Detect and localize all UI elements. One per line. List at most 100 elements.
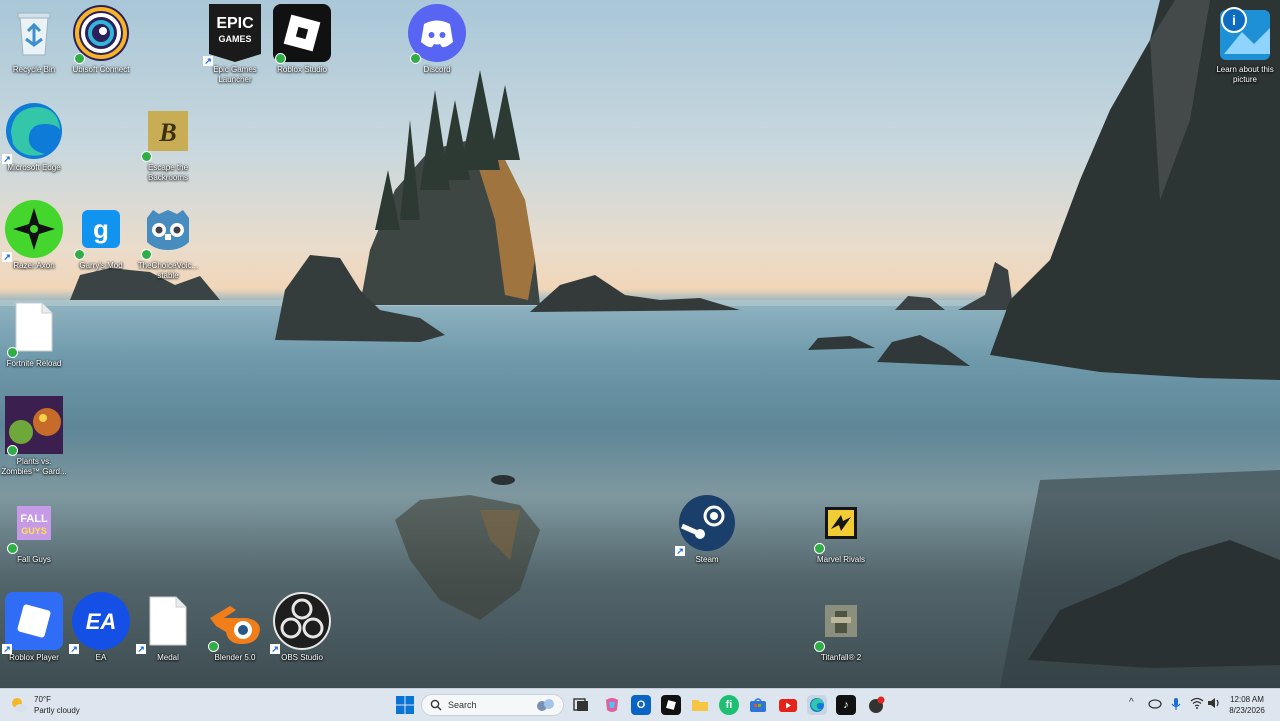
taskbar-copilot[interactable] — [602, 695, 622, 715]
svg-text:GUYS: GUYS — [21, 526, 47, 536]
desktop-icon-epic-games-launcher[interactable]: EPIC GAMES ↗ Epic Games Launcher — [201, 4, 269, 85]
shortcut-arrow-icon: ↗ — [2, 644, 12, 654]
svg-text:g: g — [93, 214, 109, 244]
taskbar-fiverr[interactable]: fi — [719, 695, 739, 715]
icon-label: Roblox Studio — [277, 65, 327, 74]
desktop-icon-marvel-rivals[interactable]: Marvel Rivals — [807, 494, 875, 565]
razer-axon-icon: ↗ — [2, 200, 63, 262]
svg-text:FALL: FALL — [20, 513, 48, 525]
desktop-icon-titanfall-2[interactable]: Titanfall® 2 — [807, 592, 875, 663]
cloud-sync-icon — [1148, 699, 1162, 709]
icon-label: Ubisoft Connect — [72, 65, 130, 74]
desktop-icon-thechoicevoice[interactable]: TheChoiceVoic... stable — [134, 200, 202, 281]
partly-cloudy-icon — [12, 698, 27, 712]
desktop-icon-blender[interactable]: Blender 5.0 — [201, 592, 269, 663]
document-file-icon — [5, 298, 63, 358]
taskbar-roblox[interactable] — [661, 695, 681, 715]
taskbar-outlook[interactable]: O — [631, 695, 651, 715]
sync-status-icon — [74, 53, 85, 64]
fiverr-icon: fi — [725, 699, 733, 711]
desktop-icon-ea[interactable]: EA ↗ EA — [67, 592, 135, 663]
icon-label: Epic Games Launcher — [213, 65, 257, 84]
taskbar-store[interactable] — [748, 695, 768, 715]
desktop-icon-microsoft-edge[interactable]: ↗ Microsoft Edge — [0, 102, 68, 173]
desktop-icon-garrys-mod[interactable]: g Garry's Mod — [67, 200, 135, 271]
search-icon — [430, 699, 442, 711]
sync-status-icon — [7, 445, 18, 456]
clock-time: 12:08 AM — [1230, 695, 1264, 704]
task-view-button[interactable] — [571, 695, 591, 715]
icon-label: Microsoft Edge — [7, 163, 61, 172]
desktop-icon-learn-about-picture[interactable]: i Learn about this picture — [1211, 4, 1279, 85]
sync-status-icon — [814, 641, 825, 652]
windows-logo-icon — [396, 696, 414, 714]
ubisoft-icon — [72, 4, 130, 64]
taskbar: 70°F Partly cloudy Search O fi ♪ ^ 12:08… — [0, 688, 1280, 721]
show-hidden-icons-chevron[interactable]: ^ — [1129, 697, 1134, 708]
tray-volume[interactable] — [1207, 697, 1221, 712]
desktop-icon-fall-guys[interactable]: FALL GUYS Fall Guys — [0, 494, 68, 565]
taskbar-clock[interactable]: 12:08 AM 8/23/2026 — [1222, 694, 1272, 716]
icon-label: Discord — [423, 65, 451, 74]
copilot-icon — [606, 698, 618, 712]
tray-microphone[interactable] — [1171, 697, 1181, 714]
fall-guys-icon: FALL GUYS — [5, 494, 63, 554]
taskbar-youtube[interactable] — [778, 695, 798, 715]
taskbar-edge[interactable] — [807, 695, 827, 715]
tray-wifi[interactable] — [1190, 697, 1204, 712]
sync-status-icon — [410, 53, 421, 64]
desktop-icon-escape-the-backrooms[interactable]: B Escape the Backrooms — [134, 102, 202, 183]
titanfall-icon — [812, 592, 870, 652]
desktop-icon-discord[interactable]: Discord — [403, 4, 471, 75]
steam-icon: ↗ — [675, 494, 736, 556]
document-file-icon: ↗ — [136, 592, 197, 654]
weather-widget[interactable]: 70°F Partly cloudy — [10, 693, 80, 717]
sync-status-icon — [275, 53, 286, 64]
start-button[interactable] — [395, 695, 415, 715]
svg-text:B: B — [158, 118, 176, 147]
icon-label: Blender 5.0 — [214, 653, 256, 662]
icon-label: Garry's Mod — [79, 261, 123, 270]
marvel-rivals-icon — [812, 494, 870, 554]
icon-label: OBS Studio — [281, 653, 323, 662]
edge-icon — [810, 698, 824, 712]
ea-icon: EA ↗ — [69, 592, 130, 654]
shortcut-arrow-icon: ↗ — [675, 546, 685, 556]
clock-date: 8/23/2026 — [1229, 706, 1265, 715]
shortcut-arrow-icon: ↗ — [69, 644, 79, 654]
desktop-icon-obs-studio[interactable]: ↗ OBS Studio — [268, 592, 336, 663]
shortcut-arrow-icon: ↗ — [136, 644, 146, 654]
tray-cloud[interactable] — [1148, 697, 1162, 712]
icon-label: Escape the Backrooms — [147, 163, 189, 182]
icon-label: Recycle Bin — [12, 65, 56, 74]
desktop-icon-plants-vs-zombies[interactable]: Plants vs. Zombies™ Gard... — [0, 396, 68, 477]
folder-icon — [692, 700, 708, 711]
icon-label: EA — [95, 653, 107, 662]
desktop-icon-roblox-player[interactable]: ↗ Roblox Player — [0, 592, 68, 663]
desktop-icon-fortnite-reload[interactable]: Fortnite Reload — [0, 298, 68, 369]
blender-icon — [206, 592, 264, 652]
desktop-icon-razer-axon[interactable]: ↗ Razer Axon — [0, 200, 68, 271]
taskbar-tiktok[interactable]: ♪ — [836, 695, 856, 715]
microphone-icon — [1171, 698, 1181, 710]
taskbar-file-explorer[interactable] — [690, 695, 710, 715]
desktop-icon-recycle-bin[interactable]: Recycle Bin — [0, 4, 68, 75]
app-with-badge-icon — [869, 696, 885, 713]
weather-temp: 70°F — [34, 695, 51, 704]
icon-label: Steam — [695, 555, 719, 564]
svg-text:EPIC: EPIC — [216, 15, 254, 32]
desktop-icon-ubisoft-connect[interactable]: Ubisoft Connect — [67, 4, 135, 75]
shortcut-arrow-icon: ↗ — [2, 154, 12, 164]
sync-status-icon — [7, 347, 18, 358]
taskbar-search[interactable]: Search — [421, 694, 564, 716]
icon-label: Titanfall® 2 — [820, 653, 862, 662]
spotlight-info-icon: i — [1216, 4, 1274, 62]
taskbar-app-notification[interactable] — [866, 695, 886, 715]
desktop-icon-roblox-studio[interactable]: Roblox Studio — [268, 4, 336, 75]
desktop-icon-steam[interactable]: ↗ Steam — [673, 494, 741, 565]
icon-label: Fortnite Reload — [6, 359, 62, 368]
desktop-icon-medal[interactable]: ↗ Medal — [134, 592, 202, 663]
icon-label: Fall Guys — [17, 555, 51, 564]
icon-label: Marvel Rivals — [816, 555, 865, 564]
weather-description: Partly cloudy — [34, 706, 80, 715]
